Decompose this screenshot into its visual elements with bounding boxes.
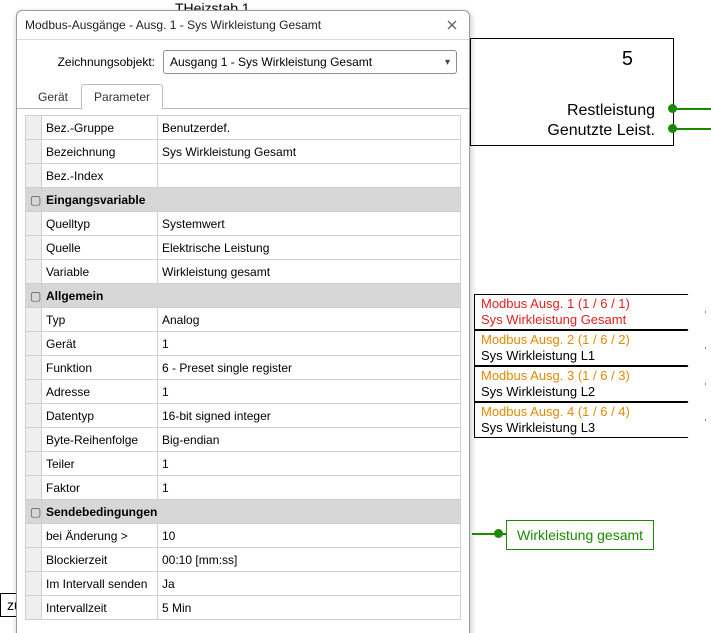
prop-key: Typ [42,308,158,332]
prop-value[interactable]: Wirkleistung gesamt [158,260,461,284]
node-wirkleistung-gesamt[interactable]: Wirkleistung gesamt [506,520,654,550]
node-id: 5 [622,48,633,71]
property-grid[interactable]: Bez.-GruppeBenutzerdef. BezeichnungSys W… [25,115,461,620]
table-row: Funktion6 - Preset single register [26,356,461,380]
table-row: TypAnalog [26,308,461,332]
group-allgemein: ▢Allgemein [26,284,461,308]
wire [672,128,711,130]
group-sendebedingungen: ▢Sendebedingungen [26,500,461,524]
tab-parameter[interactable]: Parameter [81,84,163,109]
zeichnungsobjekt-combo[interactable]: Ausgang 1 - Sys Wirkleistung Gesamt ▾ [163,50,457,74]
tab-geraet[interactable]: Gerät [25,84,81,109]
prop-value[interactable]: 6 - Preset single register [158,356,461,380]
prop-value[interactable]: 5 Min [158,596,461,620]
modbus-output-1[interactable]: Modbus Ausg. 1 (1 / 6 / 1) Sys Wirkleist… [474,294,706,330]
prop-key: Quelle [42,236,158,260]
table-row: Gerät1 [26,332,461,356]
prop-key: Byte-Reihenfolge [42,428,158,452]
prop-value[interactable]: 1 [158,332,461,356]
prop-value[interactable]: 10 [158,524,461,548]
prop-key: Gerät [42,332,158,356]
prop-key: Bez.-Index [42,164,158,188]
close-icon[interactable] [443,16,461,34]
tab-strip: Gerät Parameter [17,84,469,109]
dialog-modbus-output: Modbus-Ausgänge - Ausg. 1 - Sys Wirkleis… [16,10,470,633]
prop-value[interactable]: 00:10 [mm:ss] [158,548,461,572]
prop-value[interactable]: 1 [158,476,461,500]
modbus-output-3[interactable]: Modbus Ausg. 3 (1 / 6 / 3) Sys Wirkleist… [474,366,706,402]
table-row: BezeichnungSys Wirkleistung Gesamt [26,140,461,164]
collapse-icon[interactable]: ▢ [26,188,42,212]
prop-value[interactable]: 1 [158,452,461,476]
wire-dot [668,124,677,133]
table-row: QuelltypSystemwert [26,212,461,236]
table-row: Blockierzeit00:10 [mm:ss] [26,548,461,572]
port-restleistung: Restleistung [567,102,655,120]
dialog-titlebar[interactable]: Modbus-Ausgänge - Ausg. 1 - Sys Wirkleis… [17,11,469,40]
prop-value[interactable]: Big-endian [158,428,461,452]
prop-key: Variable [42,260,158,284]
wire-dot [494,529,503,538]
prop-value[interactable]: Systemwert [158,212,461,236]
prop-key: Im Intervall senden [42,572,158,596]
combo-selected-value: Ausgang 1 - Sys Wirkleistung Gesamt [170,55,372,69]
group-header[interactable]: Allgemein [42,284,461,308]
group-eingangsvariable: ▢Eingangsvariable [26,188,461,212]
modbus-out-line1: Modbus Ausg. 3 (1 / 6 / 3) [475,367,705,384]
modbus-out-line2: Sys Wirkleistung L3 [475,420,705,435]
group-header[interactable]: Eingangsvariable [42,188,461,212]
table-row: Teiler1 [26,452,461,476]
prop-key: Funktion [42,356,158,380]
wire [672,108,711,110]
group-header[interactable]: Sendebedingungen [42,500,461,524]
modbus-out-line1: Modbus Ausg. 4 (1 / 6 / 4) [475,403,705,420]
port-genutzte: Genutzte Leist. [547,122,655,140]
prop-key: Blockierzeit [42,548,158,572]
prop-key: Datentyp [42,404,158,428]
zeichnungsobjekt-label: Zeichnungsobjekt: [29,55,163,69]
prop-key: bei Änderung > [42,524,158,548]
prop-key: Faktor [42,476,158,500]
prop-key: Adresse [42,380,158,404]
table-row: Adresse1 [26,380,461,404]
table-row: Byte-ReihenfolgeBig-endian [26,428,461,452]
modbus-out-line1: Modbus Ausg. 1 (1 / 6 / 1) [475,295,705,312]
prop-key: Quelltyp [42,212,158,236]
prop-value[interactable]: Ja [158,572,461,596]
table-row: Faktor1 [26,476,461,500]
prop-value[interactable]: 16-bit signed integer [158,404,461,428]
collapse-icon[interactable]: ▢ [26,284,42,308]
prop-value[interactable]: Analog [158,308,461,332]
modbus-out-line2: Sys Wirkleistung L2 [475,384,705,399]
chevron-down-icon: ▾ [445,57,450,68]
modbus-out-line1: Modbus Ausg. 2 (1 / 6 / 2) [475,331,705,348]
table-row: VariableWirkleistung gesamt [26,260,461,284]
prop-key: Teiler [42,452,158,476]
collapse-icon[interactable]: ▢ [26,500,42,524]
dialog-button-row: OK OK, ohne Zuweisen Abbrechen [17,624,469,633]
table-row: QuelleElektrische Leistung [26,236,461,260]
prop-key: Bez.-Gruppe [42,116,158,140]
prop-value[interactable]: 1 [158,380,461,404]
prop-key: Intervallzeit [42,596,158,620]
modbus-output-2[interactable]: Modbus Ausg. 2 (1 / 6 / 2) Sys Wirkleist… [474,330,706,366]
modbus-out-line2: Sys Wirkleistung Gesamt [475,312,705,327]
table-row: Bez.-Index [26,164,461,188]
prop-key: Bezeichnung [42,140,158,164]
table-row: Bez.-GruppeBenutzerdef. [26,116,461,140]
table-row: bei Änderung >10 [26,524,461,548]
table-row: Datentyp16-bit signed integer [26,404,461,428]
table-row: Im Intervall sendenJa [26,572,461,596]
prop-value[interactable]: Elektrische Leistung [158,236,461,260]
dialog-title: Modbus-Ausgänge - Ausg. 1 - Sys Wirkleis… [25,18,321,32]
modbus-output-4[interactable]: Modbus Ausg. 4 (1 / 6 / 4) Sys Wirkleist… [474,402,706,438]
modbus-out-line2: Sys Wirkleistung L1 [475,348,705,363]
wire-dot [668,104,677,113]
prop-value[interactable]: Benutzerdef. [158,116,461,140]
row-zeichnungsobjekt: Zeichnungsobjekt: Ausgang 1 - Sys Wirkle… [17,40,469,82]
prop-value[interactable] [158,164,461,188]
prop-value[interactable]: Sys Wirkleistung Gesamt [158,140,461,164]
table-row: Intervallzeit5 Min [26,596,461,620]
